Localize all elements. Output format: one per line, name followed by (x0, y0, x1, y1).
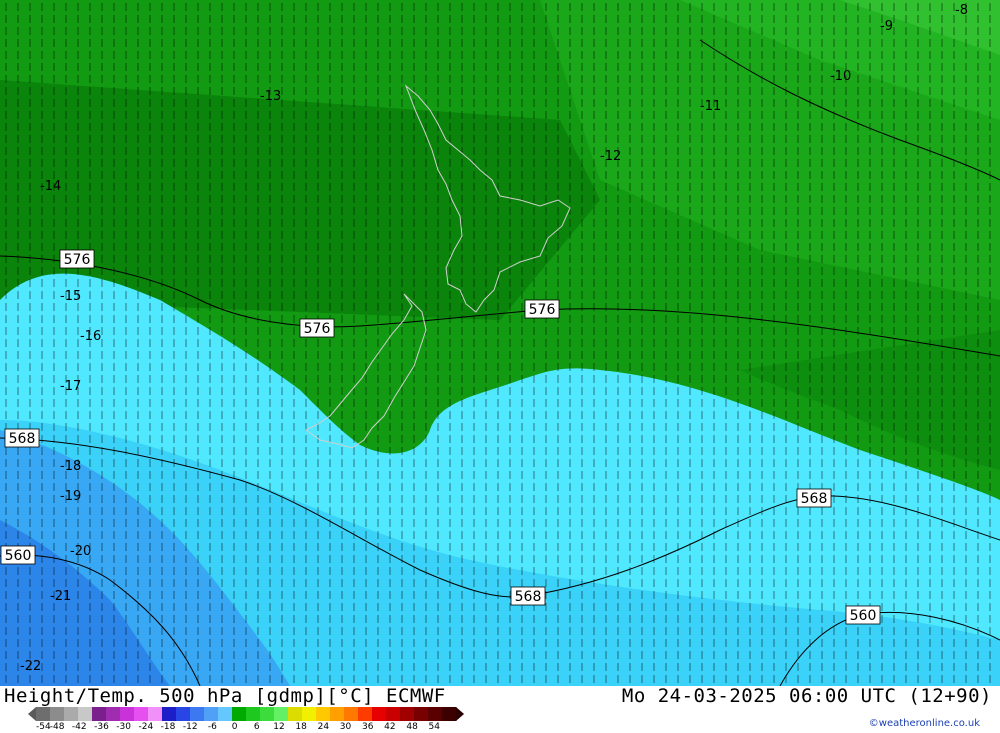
contour-label-560-b: 560 (845, 605, 881, 625)
contour-label-576-a: 576 (59, 249, 95, 269)
colorbar-tick-label: 12 (273, 722, 285, 732)
colorbar-tick-label: -24 (138, 722, 154, 732)
colorbar-tick-label: 6 (253, 722, 260, 732)
colorbar-tick-label: -54 (36, 722, 51, 732)
weather-map: 576 576 576 568 568 568 560 560 -8 -9 -1… (0, 0, 1000, 686)
colorbar-cell (92, 707, 107, 721)
colorbar-tick-label: -36 (94, 722, 109, 732)
colorbar-tick-label: -12 (182, 722, 198, 732)
temp-label: -14 (40, 179, 61, 194)
colorbar-cell (106, 707, 121, 721)
colorbar-cell (190, 707, 205, 721)
colorbar-cell (288, 707, 303, 721)
temperature-grid-overlay (0, 0, 1000, 686)
map-title: Height/Temp. 500 hPa [gdmp][°C] ECMWF (4, 685, 446, 707)
colorbar-cell (218, 707, 233, 721)
colorbar-cell (386, 707, 401, 721)
colorbar-left-arrow (28, 707, 36, 721)
contour-label-text: 576 (529, 302, 556, 318)
colorbar-cell (414, 707, 429, 721)
contour-label-568-b: 568 (510, 586, 546, 606)
colorbar-cell (274, 707, 289, 721)
colorbar-cell (330, 707, 345, 721)
colorbar-tick-label: 0 (231, 722, 238, 732)
colorbar-cell (148, 707, 163, 721)
colorbar-tick-label: -42 (71, 722, 87, 732)
colorbar-cell (134, 707, 149, 721)
contour-label-560-a: 560 (0, 545, 36, 565)
colorbar-tick-label: -48 (49, 722, 65, 732)
temp-label: -19 (60, 489, 81, 504)
contour-label-568-a: 568 (4, 428, 40, 448)
contour-label-text: 568 (801, 491, 828, 507)
colorbar-cell (120, 707, 135, 721)
colorbar-cell (50, 707, 65, 721)
map-footer: Height/Temp. 500 hPa [gdmp][°C] ECMWF Mo… (0, 685, 1000, 733)
colorbar-cell (162, 707, 177, 721)
colorbar-cells (36, 707, 457, 721)
temp-label: -12 (600, 149, 621, 164)
colorbar-ticks: -54-48 -42 -36 -30 -24 -18 -12 -6 0 6 12 18 24 30 36 42… (36, 722, 445, 732)
temp-label: -21 (50, 589, 71, 604)
temp-label: -9 (880, 19, 893, 34)
colorbar-tick-label: 18 (295, 722, 307, 732)
colorbar-tick-label: -30 (116, 722, 131, 732)
temp-label: -17 (60, 379, 81, 394)
credit-link[interactable]: ©weatheronline.co.uk (869, 718, 980, 729)
colorbar-cell (260, 707, 275, 721)
contour-label-text: 568 (515, 589, 542, 605)
contour-label-text: 568 (9, 431, 36, 447)
colorbar-tick-label: -18 (160, 722, 176, 732)
temp-label: -16 (80, 329, 101, 344)
colorbar-tick-label: -6 (207, 722, 217, 732)
colorbar-cell (246, 707, 261, 721)
colorbar-tick-label: 42 (384, 722, 396, 732)
temp-label: -18 (60, 459, 81, 474)
colorbar-cell (358, 707, 373, 721)
contour-label-568-c: 568 (796, 488, 832, 508)
contour-label-576-b: 576 (299, 318, 335, 338)
contour-label-576-c: 576 (524, 299, 560, 319)
temp-label: -20 (70, 544, 91, 559)
temp-label: -13 (260, 89, 281, 104)
colorbar-cell (232, 707, 247, 721)
colorbar-cell (302, 707, 317, 721)
colorbar-tick-label: 48 (406, 722, 418, 732)
temp-label: -15 (60, 289, 81, 304)
colorbar-tick-label: 54 (428, 722, 440, 732)
contour-label-text: 560 (5, 548, 32, 564)
colorbar-tick-label: 36 (361, 722, 374, 732)
colorbar-cell (316, 707, 331, 721)
colorbar-tick-label: 24 (317, 722, 330, 732)
temperature-colorbar (28, 707, 464, 721)
valid-time: Mo 24-03-2025 06:00 UTC (12+90) (621, 685, 992, 707)
colorbar-cell (78, 707, 93, 721)
colorbar-cell (442, 707, 457, 721)
colorbar-cell (372, 707, 387, 721)
temp-label: -8 (955, 3, 968, 18)
colorbar-cell (344, 707, 359, 721)
map-canvas: 576 576 576 568 568 568 560 560 -8 -9 -1… (0, 0, 1000, 686)
temp-label: -10 (830, 69, 851, 84)
contour-label-text: 576 (304, 321, 331, 337)
colorbar-cell (428, 707, 443, 721)
colorbar-cell (64, 707, 79, 721)
temp-label: -11 (700, 99, 721, 114)
colorbar-cell (176, 707, 191, 721)
temp-label: -22 (20, 659, 41, 674)
colorbar-cell (204, 707, 219, 721)
colorbar-tick-label: 30 (339, 722, 352, 732)
colorbar-right-arrow (456, 707, 464, 721)
colorbar-cell (36, 707, 51, 721)
contour-label-text: 560 (850, 608, 877, 624)
colorbar-cell (400, 707, 415, 721)
contour-label-text: 576 (64, 252, 91, 268)
